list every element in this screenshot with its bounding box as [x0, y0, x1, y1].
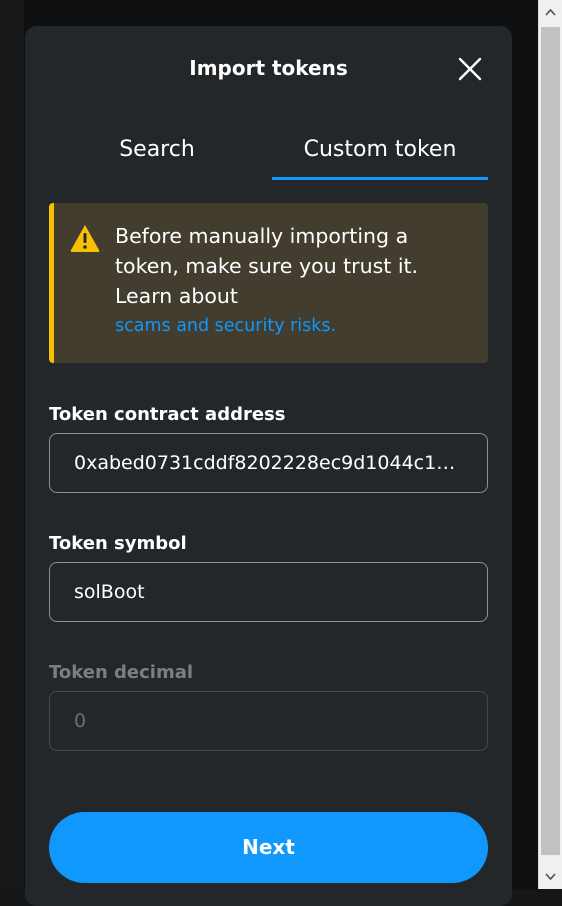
tab-bar: Search Custom token — [49, 130, 488, 180]
backdrop — [0, 0, 24, 889]
import-tokens-modal: Import tokens Search Custom token Before… — [25, 26, 512, 906]
chevron-down-icon — [545, 873, 556, 881]
modal-title: Import tokens — [189, 56, 348, 80]
tab-search-label: Search — [119, 137, 195, 162]
token-decimal-label: Token decimal — [49, 662, 194, 683]
warning-icon — [70, 225, 100, 252]
next-button[interactable]: Next — [49, 812, 488, 883]
token-symbol-label: Token symbol — [49, 533, 187, 554]
token-address-label: Token contract address — [49, 404, 286, 425]
active-tab-indicator — [272, 177, 488, 180]
scams-security-link[interactable]: scams and security risks. — [115, 311, 475, 341]
tab-search[interactable]: Search — [49, 130, 265, 180]
vertical-scrollbar[interactable] — [538, 0, 562, 889]
warning-message: Before manually importing a token, make … — [115, 224, 419, 308]
close-button[interactable] — [455, 54, 485, 84]
token-address-input[interactable]: 0xabed0731cddf8202228ec9d1044c15... — [49, 433, 488, 493]
scroll-up-button[interactable] — [539, 0, 562, 25]
tab-custom-token-label: Custom token — [303, 137, 457, 162]
token-symbol-input[interactable]: solBoot — [49, 562, 488, 622]
warning-text-block: Before manually importing a token, make … — [115, 221, 475, 341]
token-decimal-input[interactable]: 0 — [49, 691, 488, 751]
warning-banner: Before manually importing a token, make … — [49, 203, 488, 363]
chevron-up-icon — [545, 8, 556, 16]
tab-custom-token[interactable]: Custom token — [272, 130, 488, 180]
close-icon — [458, 57, 482, 81]
scrollbar-thumb[interactable] — [541, 27, 560, 855]
scroll-down-button[interactable] — [539, 864, 562, 889]
modal-header: Import tokens — [25, 26, 512, 114]
